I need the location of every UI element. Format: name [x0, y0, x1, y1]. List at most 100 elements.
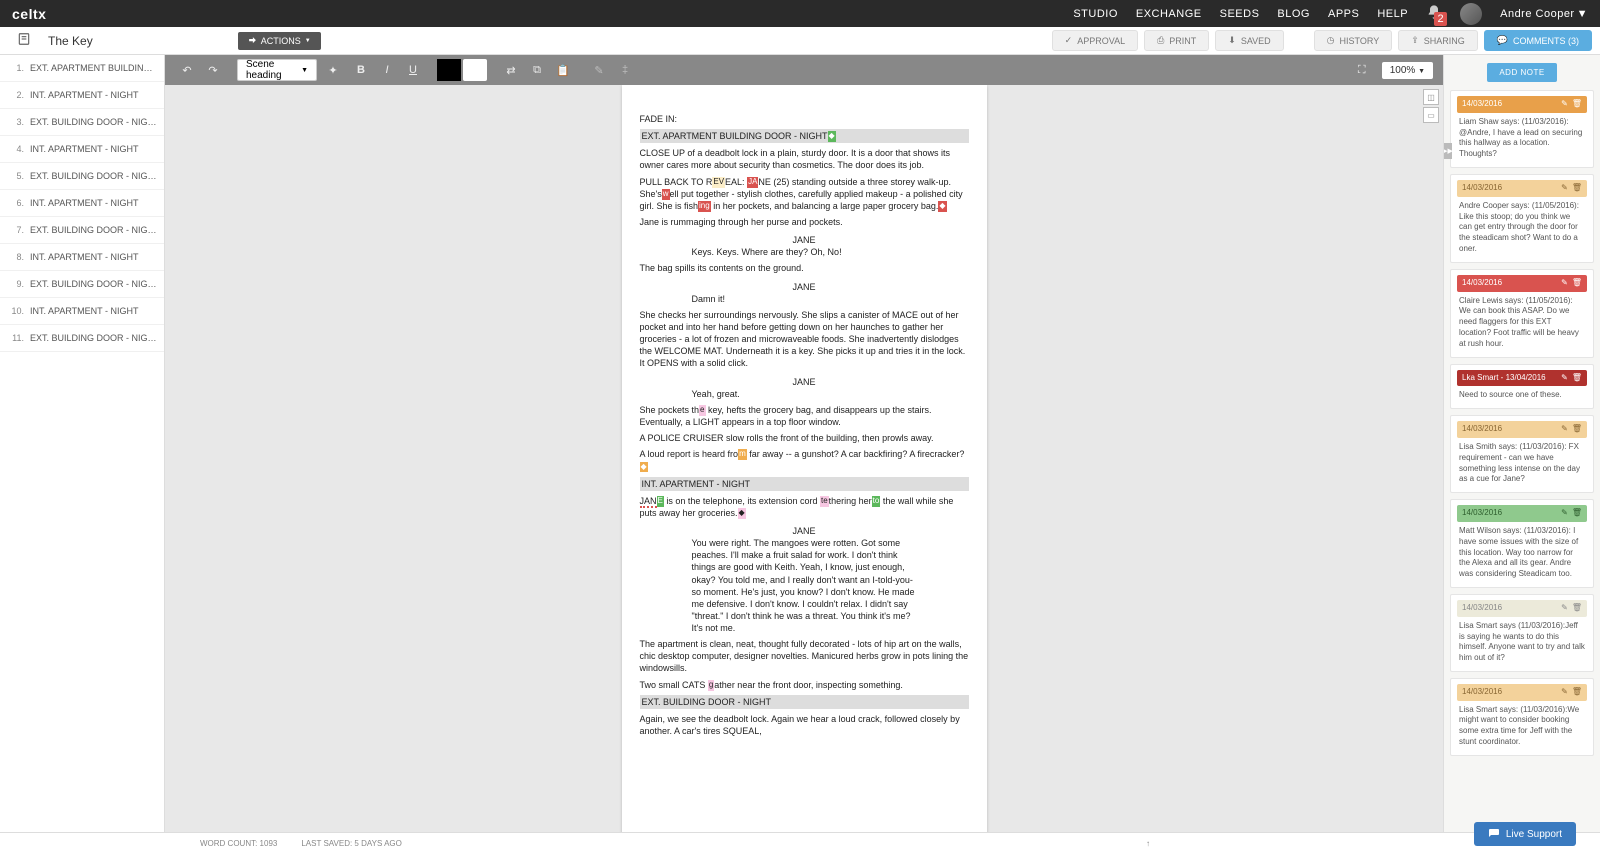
note-card[interactable]: 14/03/2016✎🗑Andre Cooper says: (11/05/20…: [1450, 174, 1594, 263]
delete-note-icon[interactable]: 🗑: [1572, 508, 1582, 519]
marker-icon[interactable]: JA: [747, 177, 758, 188]
action-text[interactable]: PULL BACK TO REVEAL: JANE (25) standing …: [640, 176, 969, 212]
nav-exchange[interactable]: EXCHANGE: [1136, 8, 1202, 20]
scene-heading[interactable]: EXT. BUILDING DOOR - NIGHT: [640, 695, 969, 709]
suggest-button[interactable]: ✦: [321, 59, 345, 81]
zoom-dropdown[interactable]: 100% ▼: [1382, 62, 1433, 79]
copy-button[interactable]: ⧉: [525, 59, 549, 81]
delete-note-icon[interactable]: 🗑: [1572, 183, 1582, 194]
scene-item[interactable]: 11.EXT. BUILDING DOOR - NIGHT: [0, 325, 164, 352]
marker-icon[interactable]: te: [820, 496, 829, 507]
note-card[interactable]: 14/03/2016✎🗑Liam Shaw says: (11/03/2016)…: [1450, 90, 1594, 168]
note-card[interactable]: 14/03/2016✎🗑Claire Lewis says: (11/05/20…: [1450, 269, 1594, 358]
format-dropdown[interactable]: Scene heading▼: [237, 59, 317, 81]
edit-note-icon[interactable]: ✎: [1561, 603, 1568, 614]
marker-icon[interactable]: w: [662, 189, 670, 200]
username[interactable]: Andre Cooper▼: [1500, 8, 1588, 20]
jump-icon[interactable]: ↑: [1146, 839, 1150, 848]
note-card[interactable]: 14/03/2016✎🗑Lisa Smart says (11/03/2016)…: [1450, 594, 1594, 672]
brush-button[interactable]: ✎: [587, 59, 611, 81]
paste-button[interactable]: 📋: [551, 59, 575, 81]
scene-item[interactable]: 2.INT. APARTMENT - NIGHT: [0, 82, 164, 109]
nav-blog[interactable]: BLOG: [1277, 8, 1310, 20]
edit-note-icon[interactable]: ✎: [1561, 183, 1568, 194]
action-text[interactable]: The apartment is clean, neat, thought fu…: [640, 638, 969, 674]
underline-button[interactable]: U: [401, 59, 425, 81]
marker-icon[interactable]: ◆: [938, 201, 946, 212]
print-button[interactable]: ⎙PRINT: [1144, 30, 1209, 51]
edit-note-icon[interactable]: ✎: [1561, 424, 1568, 435]
edit-note-icon[interactable]: ✎: [1561, 99, 1568, 110]
action-text[interactable]: A POLICE CRUISER slow rolls the front of…: [640, 432, 969, 444]
undo-button[interactable]: ↶: [175, 59, 199, 81]
nav-apps[interactable]: APPS: [1328, 8, 1359, 20]
marker-icon[interactable]: E: [657, 496, 664, 507]
marker-icon[interactable]: m: [738, 449, 747, 460]
dual-dialog-button[interactable]: ⇄: [499, 59, 523, 81]
dialogue[interactable]: You were right. The mangoes were rotten.…: [692, 537, 917, 634]
note-card[interactable]: 14/03/2016✎🗑Lisa Smart says: (11/03/2016…: [1450, 678, 1594, 756]
note-card[interactable]: 14/03/2016✎🗑Matt Wilson says: (11/03/201…: [1450, 499, 1594, 588]
actions-button[interactable]: ACTIONS▼: [238, 32, 321, 50]
action-text[interactable]: She checks her surroundings nervously. S…: [640, 309, 969, 370]
action-text[interactable]: Jane is rummaging through her purse and …: [640, 216, 969, 228]
character[interactable]: JANE: [640, 525, 969, 537]
dialogue[interactable]: Yeah, great.: [692, 388, 917, 400]
history-button[interactable]: ◷HISTORY: [1314, 30, 1393, 51]
delete-note-icon[interactable]: 🗑: [1572, 603, 1582, 614]
scene-item[interactable]: 4.INT. APARTMENT - NIGHT: [0, 136, 164, 163]
edit-note-icon[interactable]: ✎: [1561, 508, 1568, 519]
scene-item[interactable]: 7.EXT. BUILDING DOOR - NIGHT: [0, 217, 164, 244]
delete-note-icon[interactable]: 🗑: [1572, 278, 1582, 289]
scene-heading[interactable]: INT. APARTMENT - NIGHT: [640, 477, 969, 491]
character[interactable]: JANE: [640, 234, 969, 246]
collapse-notes-icon[interactable]: ▶▶: [1443, 143, 1452, 159]
script-page[interactable]: FADE IN: EXT. APARTMENT BUILDING DOOR - …: [622, 85, 987, 854]
live-support-button[interactable]: Live Support: [1474, 822, 1576, 846]
sharing-button[interactable]: ⇪SHARING: [1398, 30, 1478, 51]
delete-note-icon[interactable]: 🗑: [1572, 687, 1582, 698]
dialogue[interactable]: Damn it!: [692, 293, 917, 305]
comments-button[interactable]: 💬COMMENTS (3): [1484, 30, 1592, 51]
character[interactable]: JANE: [640, 376, 969, 388]
action-text[interactable]: JANE is on the telephone, its extension …: [640, 495, 969, 519]
delete-note-icon[interactable]: 🗑: [1572, 99, 1582, 110]
action-text[interactable]: Two small CATS gather near the front doo…: [640, 679, 969, 691]
edit-note-icon[interactable]: ✎: [1561, 373, 1568, 384]
delete-note-icon[interactable]: 🗑: [1572, 424, 1582, 435]
nav-help[interactable]: HELP: [1377, 8, 1408, 20]
action-text[interactable]: A loud report is heard from far away -- …: [640, 448, 969, 472]
action-text[interactable]: She pockets the key, hefts the grocery b…: [640, 404, 969, 428]
marker-icon[interactable]: ◆: [828, 131, 836, 142]
scene-heading[interactable]: EXT. APARTMENT BUILDING DOOR - NIGHT◆: [640, 129, 969, 143]
fullscreen-button[interactable]: ⛶: [1350, 59, 1374, 81]
scene-item[interactable]: 1.EXT. APARTMENT BUILDING DOOR ...: [0, 55, 164, 82]
marker-icon[interactable]: EV: [712, 177, 725, 188]
ruler-toggle-icon[interactable]: ◫: [1423, 89, 1439, 105]
scene-item[interactable]: 6.INT. APARTMENT - NIGHT: [0, 190, 164, 217]
text-color-button[interactable]: [437, 59, 461, 81]
nav-seeds[interactable]: SEEDS: [1220, 8, 1260, 20]
note-card[interactable]: 14/03/2016✎🗑Lisa Smith says: (11/03/2016…: [1450, 415, 1594, 493]
note-card[interactable]: Lka Smart - 13/04/2016✎🗑Need to source o…: [1450, 364, 1594, 410]
strike-button[interactable]: ‡: [613, 59, 637, 81]
delete-note-icon[interactable]: 🗑: [1572, 373, 1582, 384]
scene-item[interactable]: 3.EXT. BUILDING DOOR - NIGHT: [0, 109, 164, 136]
edit-note-icon[interactable]: ✎: [1561, 687, 1568, 698]
redo-button[interactable]: ↷: [201, 59, 225, 81]
add-note-button[interactable]: ADD NOTE: [1487, 63, 1556, 82]
edit-note-icon[interactable]: ✎: [1561, 278, 1568, 289]
highlight-button[interactable]: [463, 59, 487, 81]
scene-item[interactable]: 5.EXT. BUILDING DOOR - NIGHT: [0, 163, 164, 190]
action-text[interactable]: Again, we see the deadbolt lock. Again w…: [640, 713, 969, 737]
action-text[interactable]: The bag spills its contents on the groun…: [640, 262, 969, 274]
scene-item[interactable]: 8.INT. APARTMENT - NIGHT: [0, 244, 164, 271]
scene-item[interactable]: 9.EXT. BUILDING DOOR - NIGHT: [0, 271, 164, 298]
marker-icon[interactable]: ◆: [738, 508, 746, 519]
marker-icon[interactable]: ◆: [640, 462, 648, 473]
saved-button[interactable]: ⬇SAVED: [1215, 30, 1283, 51]
dialogue[interactable]: Keys. Keys. Where are they? Oh, No!: [692, 246, 917, 258]
character[interactable]: JANE: [640, 281, 969, 293]
scene-item[interactable]: 10.INT. APARTMENT - NIGHT: [0, 298, 164, 325]
bold-button[interactable]: B: [349, 59, 373, 81]
